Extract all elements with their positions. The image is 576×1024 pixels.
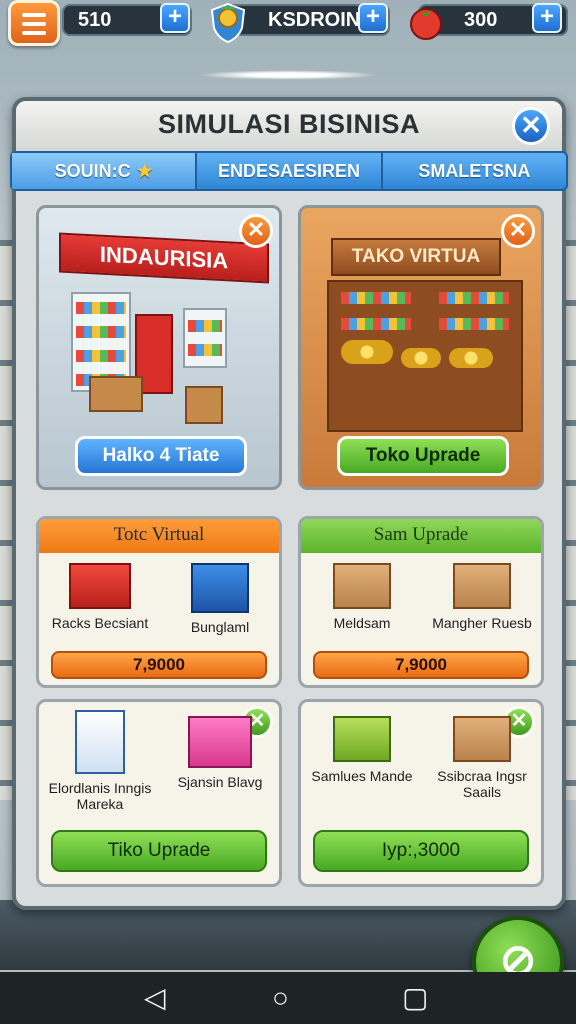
close-icon: ✕ — [508, 217, 528, 242]
add-resource-1-button[interactable]: + — [160, 3, 190, 33]
upgrade-card-products: ✕ Elordlanis Inngis Mareka Sjansin Blavg… — [36, 699, 282, 887]
menu-button[interactable] — [8, 0, 60, 46]
upgrade-item[interactable]: Samlues Mande — [307, 716, 417, 784]
resource-value: 510 — [78, 9, 112, 31]
upgrade-item-label: Elordlanis Inngis Mareka — [48, 780, 152, 812]
tab-bar: SOUIN:C ★ ENDESAESIREN SMALETSNA — [10, 151, 568, 191]
upgrade-card-title: Sam Uprade — [301, 519, 541, 553]
upgrade-item[interactable]: Elordlanis Inngis Mareka — [45, 710, 155, 812]
menu-icon-line — [22, 31, 46, 35]
tab-souinc[interactable]: SOUIN:C ★ — [12, 153, 198, 189]
dismiss-store-button[interactable]: ✕ — [239, 214, 273, 248]
resource-value: 300 — [464, 9, 498, 31]
red-crate-icon — [69, 563, 131, 609]
store-upgrade-button[interactable]: Toko Uprade — [337, 436, 509, 476]
store-card-tako-virtua[interactable]: TAKO VIRTUA ✕ Toko Uprade — [298, 205, 544, 490]
store-sign: TAKO VIRTUA — [331, 238, 501, 276]
upgrade-item[interactable]: Mangher Ruesb — [427, 563, 537, 631]
tab-endesaesiren[interactable]: ENDESAESIREN — [197, 153, 383, 189]
upgrade-card-virtual: Totc Virtual Racks Becsiant Bunglaml 7,9… — [36, 516, 282, 688]
upgrade-item-label: Sjansin Blavg — [177, 774, 263, 790]
upgrade-item[interactable]: Ssibcraa Ingsr Saails — [427, 716, 537, 800]
upgrade-button[interactable]: Iyp:,3000 — [313, 830, 529, 872]
blue-box-icon — [191, 563, 249, 613]
upgrade-item[interactable]: Racks Becsiant — [45, 563, 155, 631]
close-icon: ✕ — [520, 110, 542, 140]
resource-bar: 510 + KSDROIN + 300 + — [0, 0, 576, 48]
price-button[interactable]: 7,9000 — [313, 651, 529, 679]
upgrade-item[interactable]: Bunglaml — [165, 563, 275, 635]
home-icon[interactable]: ○ — [272, 984, 289, 1012]
upgrade-card-sam: Sam Uprade Meldsam Mangher Ruesb 7,9000 — [298, 516, 544, 688]
upgrade-card-produce: ✕ Samlues Mande Ssibcraa Ingsr Saails Iy… — [298, 699, 544, 887]
upgrade-item-label: Mangher Ruesb — [432, 615, 532, 631]
crate — [185, 386, 223, 424]
add-resource-3-button[interactable]: + — [532, 3, 562, 33]
gift-box-icon — [188, 716, 252, 768]
store-sign: INDAURISIA — [59, 232, 269, 284]
tab-label: ENDESAESIREN — [217, 161, 360, 181]
dismiss-store-button[interactable]: ✕ — [501, 214, 535, 248]
upgrade-card-title: Totc Virtual — [39, 519, 279, 553]
resource-value: KSDROIN — [268, 9, 361, 31]
store-shelf — [183, 308, 227, 368]
upgrade-item-label: Meldsam — [333, 615, 391, 631]
menu-icon-line — [22, 22, 46, 26]
upgrade-item-label: Ssibcraa Ingsr Saails — [437, 768, 527, 800]
upgrade-button[interactable]: Tiko Uprade — [51, 830, 267, 872]
cardboard-box-icon — [453, 563, 511, 609]
back-icon[interactable]: ◁ — [144, 984, 166, 1012]
store-card-indaurisia[interactable]: INDAURISIA ✕ Halko 4 Tiate — [36, 205, 282, 490]
tab-label: SOUIN:C — [54, 161, 131, 181]
ceiling-lights — [0, 60, 576, 90]
crate — [89, 376, 143, 412]
store-action-button[interactable]: Halko 4 Tiate — [75, 436, 247, 476]
upgrade-item[interactable]: Sjansin Blavg — [165, 716, 275, 790]
upgrade-item[interactable]: Meldsam — [307, 563, 417, 631]
panel-header: SIMULASI BISINISA ✕ — [16, 101, 562, 153]
banana-crate-icon — [333, 716, 391, 762]
upgrade-item-label: Bunglaml — [190, 619, 250, 635]
price-button[interactable]: 7,9000 — [51, 651, 267, 679]
recents-icon[interactable]: ▢ — [402, 984, 428, 1012]
business-simulation-panel: SIMULASI BISINISA ✕ SOUIN:C ★ ENDESAESIRE… — [10, 97, 568, 910]
coins-pile — [341, 340, 393, 364]
add-resource-2-button[interactable]: + — [358, 3, 388, 33]
apple-crate-icon — [453, 716, 511, 762]
menu-icon — [22, 13, 46, 17]
coins-pile — [449, 348, 493, 368]
coins-pile — [401, 348, 441, 368]
tomato-icon — [410, 8, 442, 40]
upgrade-item-label: Samlues Mande — [311, 768, 413, 784]
cardboard-box-icon — [333, 563, 391, 609]
system-nav-bar: ◁ ○ ▢ — [0, 972, 576, 1024]
tab-label: SMALETSNA — [418, 161, 531, 181]
upgrade-item-label: Racks Becsiant — [51, 615, 149, 631]
shield-emblem-icon — [210, 2, 246, 44]
star-icon: ★ — [136, 161, 153, 181]
panel-title: SIMULASI BISINISA — [157, 109, 421, 139]
close-button[interactable]: ✕ — [512, 107, 550, 145]
close-icon: ✕ — [246, 217, 266, 242]
milk-carton-icon — [75, 710, 125, 774]
tab-smaletsna[interactable]: SMALETSNA — [383, 153, 566, 189]
